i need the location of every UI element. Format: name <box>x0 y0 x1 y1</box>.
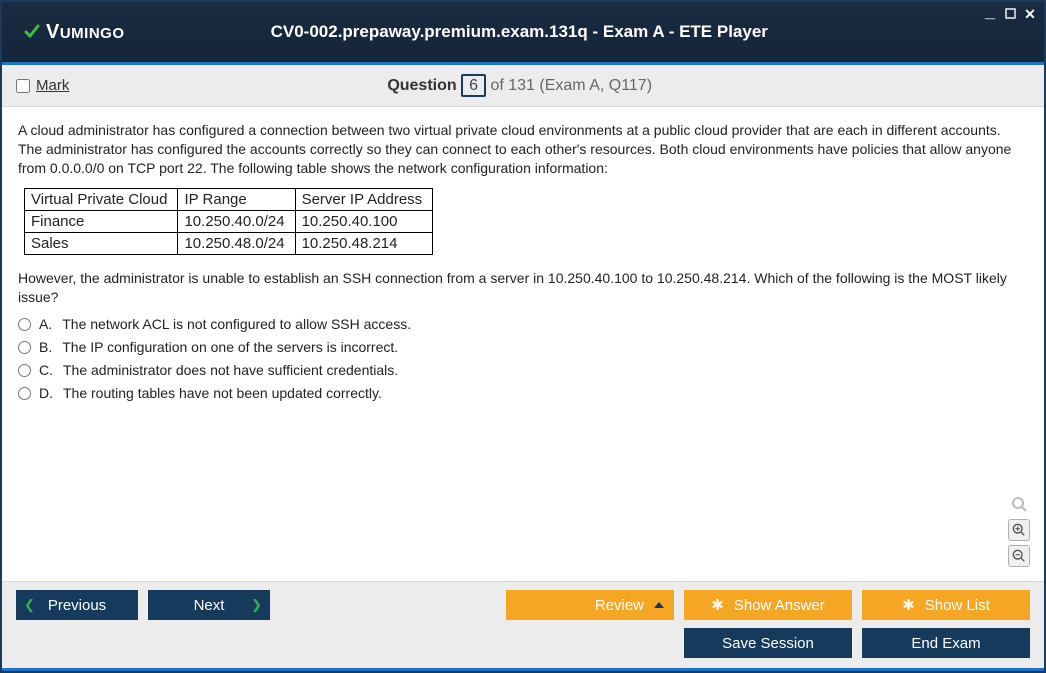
next-button[interactable]: Next ❯ <box>148 590 270 620</box>
question-suffix: of 131 (Exam A, Q117) <box>490 77 652 94</box>
minimize-button[interactable]: _ <box>982 6 998 23</box>
question-text-2: However, the administrator is unable to … <box>18 269 1028 307</box>
answer-options: A. The network ACL is not configured to … <box>18 316 1028 401</box>
question-prefix: Question <box>387 77 456 94</box>
save-session-button[interactable]: Save Session <box>684 628 852 658</box>
mark-checkbox-input[interactable] <box>16 79 30 93</box>
radio-d[interactable] <box>18 387 31 400</box>
chevron-right-icon: ❯ <box>251 597 262 613</box>
table-row: Finance 10.250.40.0/24 10.250.40.100 <box>25 210 433 232</box>
mark-checkbox[interactable]: Mark <box>16 77 69 94</box>
zoom-in-icon[interactable] <box>1008 519 1030 541</box>
question-indicator: Question 6 of 131 (Exam A, Q117) <box>69 77 970 95</box>
answer-option-a[interactable]: A. The network ACL is not configured to … <box>18 316 1028 332</box>
answer-option-c[interactable]: C. The administrator does not have suffi… <box>18 362 1028 378</box>
answer-option-b[interactable]: B. The IP configuration on one of the se… <box>18 339 1028 355</box>
gear-icon: ✱ <box>711 596 724 614</box>
chevron-left-icon: ❮ <box>24 597 35 613</box>
question-bar: Mark Question 6 of 131 (Exam A, Q117) <box>2 65 1044 107</box>
question-content: A cloud administrator has configured a c… <box>2 107 1044 581</box>
arrow-up-icon <box>654 602 664 608</box>
review-button[interactable]: Review <box>506 590 674 620</box>
previous-button[interactable]: ❮ Previous <box>16 590 138 620</box>
search-icon[interactable] <box>1008 493 1030 515</box>
table-header-row: Virtual Private Cloud IP Range Server IP… <box>25 188 433 210</box>
config-table: Virtual Private Cloud IP Range Server IP… <box>24 188 433 255</box>
table-header: Server IP Address <box>295 188 433 210</box>
gear-icon: ✱ <box>902 596 915 614</box>
mark-label-text: Mark <box>36 77 69 94</box>
accent-bar-bottom <box>2 668 1044 671</box>
radio-b[interactable] <box>18 341 31 354</box>
table-header: Virtual Private Cloud <box>25 188 178 210</box>
question-number: 6 <box>461 74 486 97</box>
title-bar: VUMINGO CV0-002.prepaway.premium.exam.13… <box>2 2 1044 62</box>
maximize-button[interactable] <box>1002 6 1018 23</box>
logo-checkmark-icon <box>22 22 42 42</box>
radio-a[interactable] <box>18 318 31 331</box>
footer: ❮ Previous Next ❯ Review ✱ Show Answer ✱… <box>2 581 1044 668</box>
table-header: IP Range <box>178 188 295 210</box>
table-row: Sales 10.250.48.0/24 10.250.48.214 <box>25 232 433 254</box>
radio-c[interactable] <box>18 364 31 377</box>
end-exam-button[interactable]: End Exam <box>862 628 1030 658</box>
show-answer-button[interactable]: ✱ Show Answer <box>684 590 852 620</box>
show-list-button[interactable]: ✱ Show List <box>862 590 1030 620</box>
brand-text: VUMINGO <box>46 21 125 44</box>
zoom-out-icon[interactable] <box>1008 545 1030 567</box>
question-text-1: A cloud administrator has configured a c… <box>18 121 1028 178</box>
answer-option-d[interactable]: D. The routing tables have not been upda… <box>18 385 1028 401</box>
window-title: CV0-002.prepaway.premium.exam.131q - Exa… <box>145 22 1044 42</box>
app-logo: VUMINGO <box>2 21 145 44</box>
close-button[interactable]: ✕ <box>1022 6 1038 23</box>
zoom-tools <box>1008 493 1030 567</box>
